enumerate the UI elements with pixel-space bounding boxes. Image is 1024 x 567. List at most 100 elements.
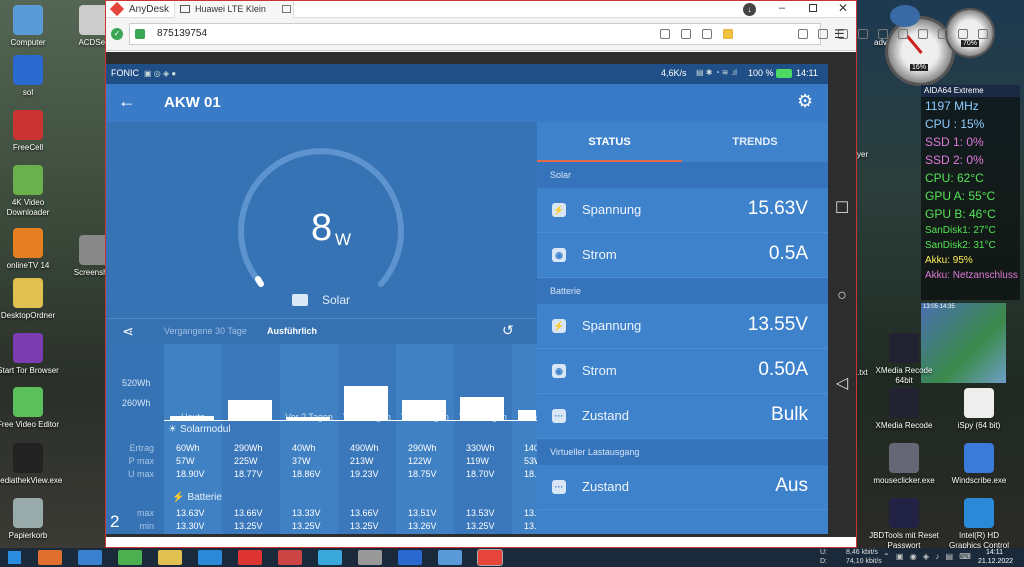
- new-tab-icon[interactable]: [282, 5, 291, 13]
- desktop-icon-label: Free Video Editor: [0, 420, 60, 429]
- desktop-icon-label: Computer: [10, 38, 46, 47]
- android-recents-button[interactable]: ☐: [828, 195, 856, 223]
- table-cell: 13.66V: [234, 508, 263, 518]
- desktop-icon[interactable]: 4K Video Downloader: [0, 165, 64, 218]
- android-home-button[interactable]: ○: [828, 282, 856, 310]
- settings-gear-icon[interactable]: ⚙: [797, 91, 813, 112]
- page-title: AKW 01: [164, 94, 221, 111]
- clock-time[interactable]: 14:11: [986, 549, 1003, 556]
- phone-screen[interactable]: FONIC ▣ ◎ ◈ ● 4,6K/s ▤ ✱ ◔ ≋ .ıl 100 % 1…: [106, 64, 828, 534]
- dots-icon: ···: [552, 480, 566, 494]
- solar-module-text: Solarmodul: [179, 424, 231, 435]
- desktop-icon-label: Windscribe.exe: [951, 476, 1007, 485]
- table-cell: 213W: [350, 456, 374, 466]
- desktop-icon-label: Papierkorb: [8, 531, 48, 540]
- desktop-icon[interactable]: Papierkorb: [0, 498, 64, 541]
- desktop-icon[interactable]: sol: [0, 55, 64, 98]
- desktop-icon[interactable]: Free Video Editor: [0, 387, 64, 430]
- desktop-icon[interactable]: iSpy (64 bit): [943, 388, 1015, 431]
- record-icon[interactable]: [938, 29, 948, 39]
- taskbar-app-icon[interactable]: [198, 550, 222, 565]
- status-row[interactable]: ◉ Strom 0.50A: [537, 349, 828, 394]
- desktop-icon[interactable]: DesktopOrdner: [0, 278, 64, 321]
- desktop-icon-label: iSpy (64 bit): [957, 421, 1001, 430]
- minimize-button[interactable]: –: [779, 2, 785, 14]
- chat-icon[interactable]: [858, 29, 868, 39]
- taskbar-app-icon[interactable]: [238, 550, 262, 565]
- tab-status[interactable]: STATUS: [537, 122, 682, 162]
- clock-date[interactable]: 21.12.2022: [978, 558, 1013, 565]
- desktop-icon-label: sol: [22, 88, 34, 97]
- address-bar[interactable]: 875139754: [129, 23, 988, 45]
- status-row-label: Spannung: [582, 202, 642, 217]
- back-arrow-icon[interactable]: ←: [118, 91, 136, 112]
- status-row-label: Zustand: [582, 479, 629, 494]
- tab-huawei[interactable]: Huawei LTE Klein: [174, 1, 294, 18]
- status-row[interactable]: ··· Zustand Bulk: [537, 394, 828, 439]
- status-row[interactable]: ◉ Strom 0.5A: [537, 233, 828, 278]
- taskbar-app-icon[interactable]: [477, 549, 503, 566]
- taskbar-app-icon[interactable]: [158, 550, 182, 565]
- taskbar-app-icon[interactable]: [358, 550, 382, 565]
- hist-icon[interactable]: [660, 29, 670, 39]
- android-back-button[interactable]: ◁: [828, 370, 856, 398]
- status-list: Solar ⚡ Spannung 15.63V ◉ Strom 0.5A Batterie ⚡ S…: [537, 162, 828, 534]
- taskbar-app-icon[interactable]: [278, 550, 302, 565]
- db-icon[interactable]: [702, 29, 712, 39]
- ertrag-bar: [518, 410, 536, 420]
- desktop-icon[interactable]: XMedia Recode: [868, 388, 940, 431]
- desktop-icon[interactable]: FreeCell: [0, 110, 64, 153]
- table-cell: 18.: [524, 469, 537, 479]
- anydesk-toolbar: ✓ 875139754 ☰: [106, 18, 988, 51]
- start-button[interactable]: [8, 551, 21, 564]
- keyboard-icon[interactable]: [898, 29, 908, 39]
- taskbar-app-icon[interactable]: [318, 550, 342, 565]
- taskbar-app-icon[interactable]: [118, 550, 142, 565]
- desktop-icon[interactable]: Computer: [0, 5, 64, 48]
- star-icon[interactable]: [723, 29, 733, 39]
- close-button[interactable]: ✕: [838, 1, 848, 15]
- desktop-icon[interactable]: mouseclicker.exe: [868, 443, 940, 486]
- tab-trends[interactable]: TRENDS: [682, 122, 828, 162]
- aida64-line: Akku: 95%: [925, 255, 973, 266]
- taskbar-app-icon[interactable]: [78, 550, 102, 565]
- desktop-icon[interactable]: XMedia Recode 64bit: [868, 333, 940, 386]
- taskbar-app-icon[interactable]: [38, 550, 62, 565]
- desktop-icon-image: [13, 333, 43, 363]
- close-icon[interactable]: [681, 29, 691, 39]
- verified-icon: [135, 29, 145, 39]
- display-icon[interactable]: [818, 29, 828, 39]
- remote-screen[interactable]: FONIC ▣ ◎ ◈ ● 4,6K/s ▤ ✱ ◔ ≋ .ıl 100 % 1…: [106, 52, 856, 537]
- row-label: P max: [128, 456, 154, 466]
- maximize-button[interactable]: [809, 4, 817, 12]
- table-cell: 40Wh: [292, 443, 316, 453]
- gauge-gadget-cpu: 16%: [885, 16, 955, 86]
- taskbar-app-icon[interactable]: [398, 550, 422, 565]
- ertrag-bar: [228, 400, 272, 420]
- desktop-icon[interactable]: onlineTV 14: [0, 228, 64, 271]
- pen-icon[interactable]: [978, 29, 988, 39]
- status-icons: ▣ ◎ ◈ ●: [144, 69, 177, 78]
- desktop-icon[interactable]: Windscribe.exe: [943, 443, 1015, 486]
- desktop-icon[interactable]: Start Tor Browser: [0, 333, 64, 376]
- table-cell: 330Wh: [466, 443, 495, 453]
- download-icon[interactable]: ↓: [743, 3, 756, 16]
- row-label: U max: [127, 469, 154, 479]
- table-cell: 122W: [408, 456, 432, 466]
- status-row[interactable]: ⚡ Spannung 15.63V: [537, 188, 828, 233]
- status-row[interactable]: ⚡ Spannung 13.55V: [537, 304, 828, 349]
- status-row-value: Bulk: [771, 404, 808, 425]
- lightning-icon: ⚡: [552, 319, 566, 333]
- taskbar-app-icon[interactable]: [438, 550, 462, 565]
- menu-icon[interactable]: ☰: [834, 27, 845, 41]
- carrier-label: FONIC: [111, 68, 139, 78]
- status-row[interactable]: ··· Zustand Aus: [537, 465, 828, 510]
- file-icon[interactable]: [798, 29, 808, 39]
- screen-icon[interactable]: [958, 29, 968, 39]
- table-cell: 18.77V: [234, 469, 263, 479]
- desktop-icon[interactable]: MediathekView.exe: [0, 443, 64, 486]
- tray-icons[interactable]: ⌃ ▣ ◉ ◈ ♪ ▤ ⌨: [883, 552, 973, 561]
- shield-icon[interactable]: [918, 29, 928, 39]
- power-icon[interactable]: [878, 29, 888, 39]
- desktop-icon[interactable]: JBDTools mit Reset Passwort: [868, 498, 940, 551]
